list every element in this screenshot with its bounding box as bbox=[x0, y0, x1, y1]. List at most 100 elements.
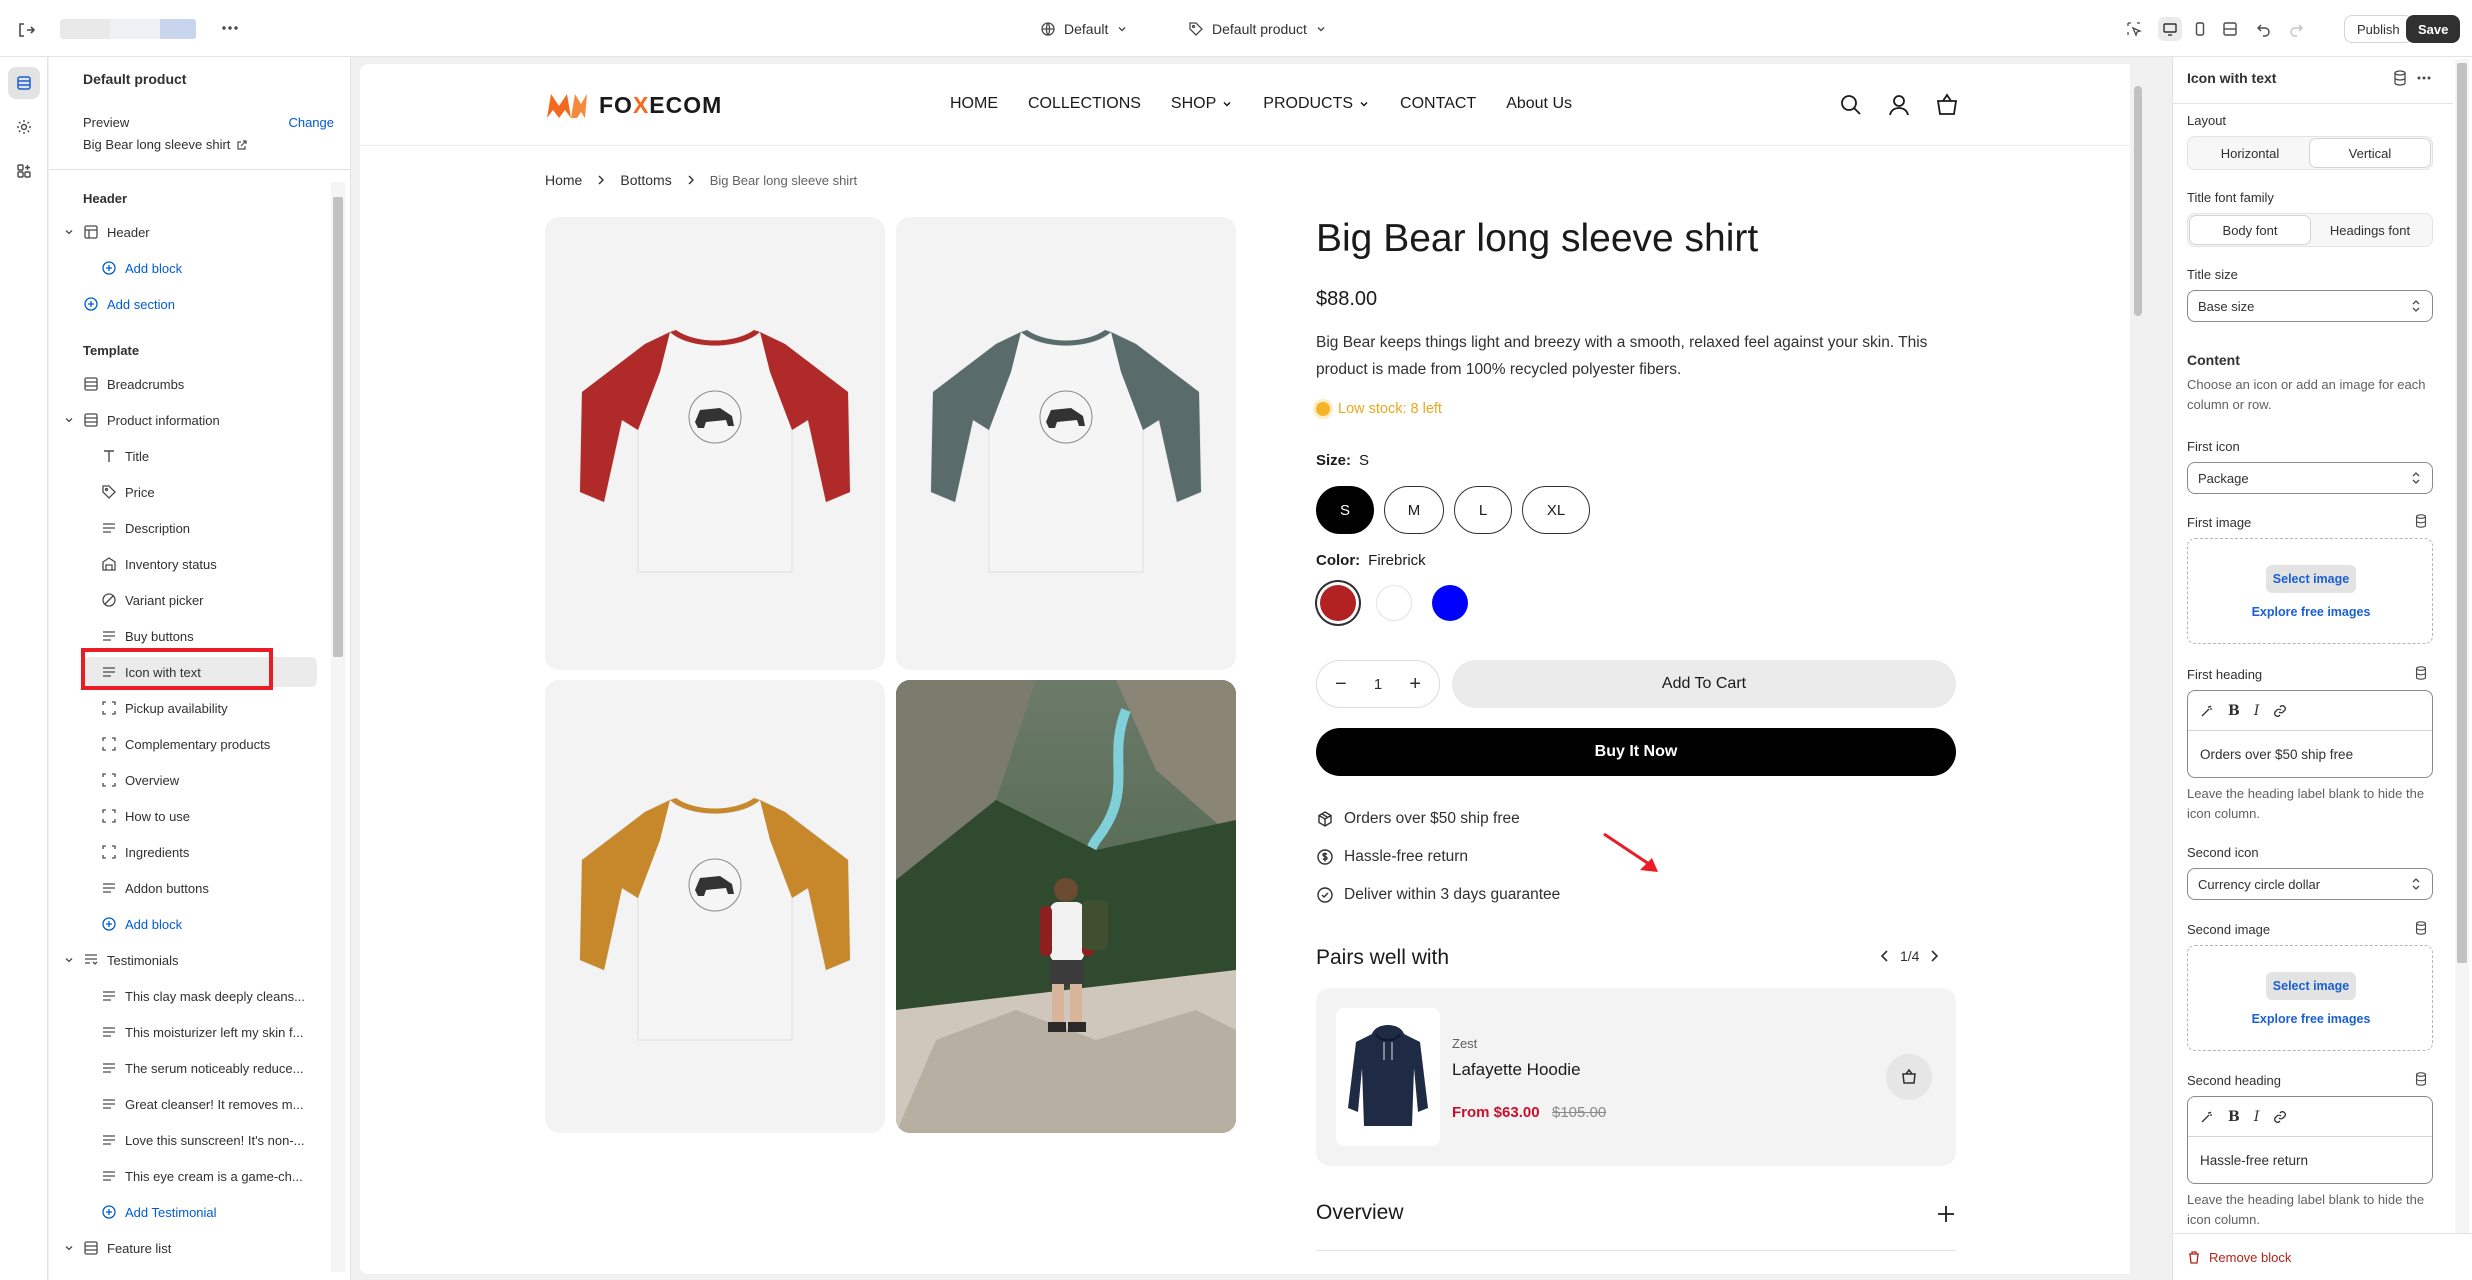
link-icon[interactable] bbox=[2273, 1110, 2287, 1124]
theme-settings-gear-icon[interactable] bbox=[8, 111, 40, 143]
sections-icon[interactable] bbox=[8, 67, 40, 99]
remove-block-button[interactable]: Remove block bbox=[2173, 1233, 2472, 1280]
buy-now-button[interactable]: Buy It Now bbox=[1316, 728, 1956, 776]
select-image-button[interactable]: Select image bbox=[2266, 565, 2356, 593]
size-s-button[interactable]: S bbox=[1316, 486, 1374, 534]
swatch-white[interactable] bbox=[1376, 585, 1412, 621]
select-image-button[interactable]: Select image bbox=[2266, 972, 2356, 1000]
product-image-gray[interactable] bbox=[896, 217, 1236, 670]
plus-icon[interactable]: + bbox=[1409, 673, 1421, 696]
nav-shop[interactable]: SHOP bbox=[1171, 95, 1233, 113]
recommended-product-card[interactable]: Zest Lafayette Hoodie From $63.00 $105.0… bbox=[1316, 988, 1956, 1166]
link-icon[interactable] bbox=[2273, 704, 2287, 718]
layout-horizontal-option[interactable]: Horizontal bbox=[2190, 139, 2310, 167]
sections-scrollbar-thumb[interactable] bbox=[333, 197, 343, 657]
search-icon[interactable] bbox=[1838, 92, 1864, 118]
block-complementary-products[interactable]: Complementary products bbox=[49, 727, 329, 761]
database-icon[interactable] bbox=[2391, 69, 2409, 87]
undo-icon[interactable] bbox=[2252, 17, 2276, 41]
layout-vertical-option[interactable]: Vertical bbox=[2310, 139, 2430, 167]
second-heading-value[interactable]: Hassle-free return bbox=[2200, 1153, 2308, 1168]
breadcrumb-home[interactable]: Home bbox=[545, 172, 582, 188]
minus-icon[interactable]: − bbox=[1335, 673, 1347, 696]
section-header[interactable]: Header bbox=[49, 215, 329, 249]
title-size-select[interactable]: Base size bbox=[2187, 290, 2433, 322]
testimonial-item[interactable]: Love this sunscreen! It's non-... bbox=[49, 1123, 329, 1157]
save-button[interactable]: Save bbox=[2406, 15, 2461, 43]
block-addon-buttons[interactable]: Addon buttons bbox=[49, 871, 329, 905]
chevron-down-icon[interactable] bbox=[63, 1242, 75, 1254]
add-section-link[interactable]: Add section bbox=[49, 287, 329, 321]
database-icon[interactable] bbox=[2413, 665, 2429, 681]
section-product-information[interactable]: Product information bbox=[49, 403, 329, 437]
nav-products[interactable]: PRODUCTS bbox=[1263, 95, 1370, 113]
explore-free-images-link[interactable]: Explore free images bbox=[2188, 605, 2434, 619]
publish-button[interactable]: Publish bbox=[2344, 15, 2413, 43]
section-breadcrumbs[interactable]: Breadcrumbs bbox=[49, 367, 329, 401]
store-name-redacted[interactable] bbox=[60, 19, 196, 39]
swatch-blue[interactable] bbox=[1432, 585, 1468, 621]
cart-bag-icon[interactable] bbox=[1934, 92, 1960, 118]
headings-font-option[interactable]: Headings font bbox=[2310, 216, 2430, 244]
more-options-icon[interactable] bbox=[2415, 69, 2433, 87]
hoodie-thumbnail[interactable] bbox=[1336, 1008, 1440, 1146]
block-inventory-status[interactable]: Inventory status bbox=[49, 547, 329, 581]
nav-home[interactable]: HOME bbox=[950, 95, 998, 113]
database-icon[interactable] bbox=[2413, 513, 2429, 529]
size-xl-button[interactable]: XL bbox=[1522, 486, 1590, 534]
full-width-icon[interactable] bbox=[2218, 17, 2242, 41]
block-overview[interactable]: Overview bbox=[49, 763, 329, 797]
preview-scrollbar-thumb[interactable] bbox=[2134, 86, 2142, 316]
chevron-right-icon[interactable] bbox=[1927, 949, 1941, 963]
explore-free-images-link[interactable]: Explore free images bbox=[2188, 1012, 2434, 1026]
inspector-icon[interactable] bbox=[2122, 17, 2146, 41]
testimonial-item[interactable]: This moisturizer left my skin f... bbox=[49, 1015, 329, 1049]
theme-dropdown[interactable]: Default bbox=[1040, 16, 1128, 42]
lifestyle-hiker-image[interactable] bbox=[896, 680, 1236, 1133]
store-logo[interactable]: FOXECOM bbox=[545, 90, 722, 120]
apps-icon[interactable] bbox=[8, 155, 40, 187]
mobile-view-icon[interactable] bbox=[2188, 17, 2212, 41]
chevron-left-icon[interactable] bbox=[1878, 949, 1892, 963]
redo-icon[interactable] bbox=[2284, 17, 2308, 41]
template-dropdown[interactable]: Default product bbox=[1188, 16, 1327, 42]
chevron-down-icon[interactable] bbox=[63, 954, 75, 966]
testimonial-item[interactable]: This clay mask deeply cleans... bbox=[49, 979, 329, 1013]
testimonial-item[interactable]: The serum noticeably reduce... bbox=[49, 1051, 329, 1085]
testimonial-item[interactable]: This eye cream is a game-ch... bbox=[49, 1159, 329, 1193]
first-heading-value[interactable]: Orders over $50 ship free bbox=[2200, 747, 2353, 762]
size-m-button[interactable]: M bbox=[1384, 486, 1444, 534]
bold-icon[interactable]: B bbox=[2228, 703, 2240, 719]
nav-about-us[interactable]: About Us bbox=[1506, 95, 1572, 113]
block-price[interactable]: Price bbox=[49, 475, 329, 509]
add-testimonial-link[interactable]: Add Testimonial bbox=[49, 1195, 329, 1229]
plus-icon[interactable] bbox=[1936, 1204, 1956, 1224]
block-pickup-availability[interactable]: Pickup availability bbox=[49, 691, 329, 725]
product-image-red[interactable] bbox=[545, 217, 885, 670]
more-options-icon[interactable] bbox=[218, 16, 242, 40]
magic-wand-icon[interactable] bbox=[2200, 704, 2214, 718]
italic-icon[interactable]: I bbox=[2254, 1109, 2260, 1125]
magic-wand-icon[interactable] bbox=[2200, 1110, 2214, 1124]
chevron-down-icon[interactable] bbox=[63, 226, 75, 238]
section-testimonials[interactable]: Testimonials bbox=[49, 943, 329, 977]
swatch-firebrick[interactable] bbox=[1320, 585, 1356, 621]
recommended-product-name[interactable]: Lafayette Hoodie bbox=[1452, 1060, 1581, 1080]
block-title[interactable]: Title bbox=[49, 439, 329, 473]
second-icon-select[interactable]: Currency circle dollar bbox=[2187, 868, 2433, 900]
database-icon[interactable] bbox=[2413, 1071, 2429, 1087]
section-feature-list[interactable]: Feature list bbox=[49, 1231, 329, 1265]
body-font-option[interactable]: Body font bbox=[2190, 216, 2310, 244]
bold-icon[interactable]: B bbox=[2228, 1109, 2240, 1125]
nav-collections[interactable]: COLLECTIONS bbox=[1028, 95, 1141, 113]
change-preview-link[interactable]: Change bbox=[288, 115, 334, 130]
account-icon[interactable] bbox=[1886, 92, 1912, 118]
add-to-cart-button[interactable]: Add To Cart bbox=[1452, 660, 1956, 708]
italic-icon[interactable]: I bbox=[2254, 703, 2260, 719]
desktop-view-icon[interactable] bbox=[2158, 17, 2182, 41]
size-l-button[interactable]: L bbox=[1454, 486, 1512, 534]
breadcrumb-bottoms[interactable]: Bottoms bbox=[620, 172, 671, 188]
preview-product[interactable]: Big Bear long sleeve shirt bbox=[83, 137, 248, 152]
block-variant-picker[interactable]: Variant picker bbox=[49, 583, 329, 617]
block-description[interactable]: Description bbox=[49, 511, 329, 545]
